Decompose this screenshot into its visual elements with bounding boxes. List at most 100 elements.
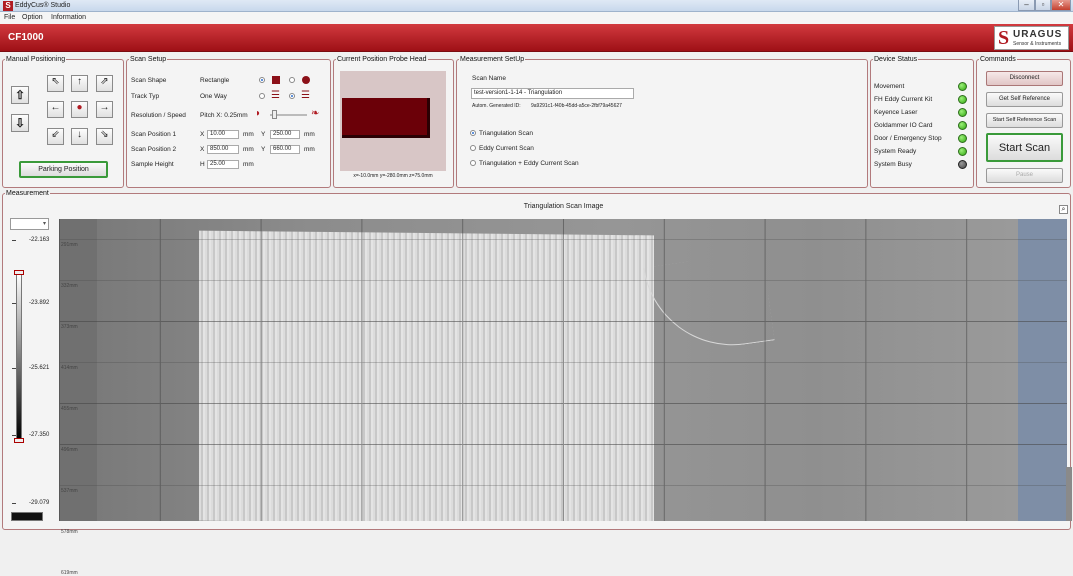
device-status-legend: Device Status (874, 56, 918, 63)
menu-bar (0, 12, 1073, 24)
probe-head-legend: Current Position Probe Head (337, 56, 427, 63)
rectangle-shape-icon (272, 76, 280, 84)
scale-label: -22.163 (29, 237, 50, 243)
one-way-track-icon: ☰ (271, 90, 280, 101)
page-title: CF1000 (8, 32, 44, 43)
z-up-icon[interactable]: ⇧ (11, 86, 29, 104)
status-label: Door / Emergency Stop (874, 135, 942, 142)
status-led-icon (958, 108, 967, 117)
vertical-scrollbar[interactable] (1066, 467, 1072, 521)
triangulation-scan-radio[interactable] (470, 130, 476, 136)
speed-slider-thumb[interactable] (272, 110, 277, 119)
home-center-icon[interactable]: ● (71, 101, 88, 118)
combined-scan-label: Triangulation + Eddy Current Scan (479, 160, 579, 167)
menu-option[interactable]: Option (22, 12, 43, 24)
menu-file[interactable]: File (4, 12, 15, 24)
scan-name-input[interactable]: test-version1-1-14 - Triangulation (471, 88, 634, 99)
chevron-down-icon[interactable]: ▾ (40, 218, 49, 230)
move-down-left-icon[interactable]: ⇙ (47, 128, 64, 145)
track-meander-radio[interactable] (289, 93, 295, 99)
y-tick-label: 414mm (61, 365, 78, 371)
start-self-reference-scan-button[interactable]: Start Self Reference Scan (986, 113, 1063, 128)
status-led-icon (958, 82, 967, 91)
eddy-current-scan-radio[interactable] (470, 145, 476, 151)
move-up-left-icon[interactable]: ⇖ (47, 75, 64, 92)
color-scale-bar (16, 273, 22, 440)
pos1-y-input[interactable]: 250.00 (270, 130, 300, 139)
status-label: System Busy (874, 161, 912, 168)
scan-image (59, 219, 1067, 521)
zoom-icon[interactable]: ⌕ (1059, 205, 1068, 214)
commands-legend: Commands (980, 56, 1016, 63)
pos2-x-input[interactable]: 850.00 (207, 145, 239, 154)
move-down-icon[interactable]: ↓ (71, 128, 88, 145)
close-icon[interactable]: ✕ (1051, 0, 1071, 11)
autom-id-label: Autom. Generated ID: (472, 103, 521, 109)
logo-text: URAGUS (1013, 29, 1063, 40)
measurement-legend: Measurement (6, 190, 49, 197)
y-tick-label: 578mm (61, 529, 78, 535)
autom-id-value: 9a9291c1-f40b-45dd-a5ce-2fbf79a45627 (531, 103, 622, 109)
z-down-icon[interactable]: ⇩ (11, 114, 29, 132)
minimize-icon[interactable]: – (1018, 0, 1035, 11)
y-tick-label: 537mm (61, 488, 78, 494)
disconnect-button[interactable]: Disconnect (986, 71, 1063, 86)
status-label: Goldammer IO Card (874, 122, 933, 129)
pos2-x-label: X (200, 146, 205, 153)
pause-button[interactable]: Pause (986, 168, 1063, 183)
image-title: Triangulation Scan Image (523, 203, 604, 210)
header-bar (0, 24, 1073, 52)
status-led-icon (958, 121, 967, 130)
scale-tick (12, 435, 16, 436)
window-title: EddyCus® Studio (15, 2, 71, 9)
menu-information[interactable]: Information (51, 12, 86, 24)
combined-scan-radio[interactable] (470, 160, 476, 166)
track-one-way-radio[interactable] (259, 93, 265, 99)
pos1-x-input[interactable]: 10.00 (207, 130, 239, 139)
probe-coordinates: x=-10.0mm y=-280.0mm z=75.0mm (353, 173, 433, 179)
y-tick-label: 455mm (61, 406, 78, 412)
get-self-reference-button[interactable]: Get Self Reference (986, 92, 1063, 107)
height-unit: mm (243, 161, 254, 168)
eddy-current-scan-label: Eddy Current Scan (479, 145, 534, 152)
scale-label: -25.621 (29, 365, 50, 371)
color-swatch[interactable] (11, 512, 43, 521)
status-label: Keyence Laser (874, 109, 918, 116)
move-up-icon[interactable]: ↑ (71, 75, 88, 92)
pos2-y-input[interactable]: 660.00 (270, 145, 300, 154)
scan-name-label: Scan Name (472, 75, 506, 82)
scale-label: -23.892 (29, 300, 50, 306)
move-down-right-icon[interactable]: ⇘ (96, 128, 113, 145)
move-right-icon[interactable]: → (96, 101, 113, 118)
shape-rectangle-radio[interactable] (259, 77, 265, 83)
pos1-y-unit: mm (304, 131, 315, 138)
status-led-icon (958, 147, 967, 156)
y-tick-label: 373mm (61, 324, 78, 330)
status-led-icon (958, 95, 967, 104)
scan-shape-label: Scan Shape (131, 77, 167, 84)
sample-height-input[interactable]: 25.00 (207, 160, 239, 169)
pos2-y-label: Y (261, 146, 266, 153)
pos1-x-label: X (200, 131, 205, 138)
pos1-x-unit: mm (243, 131, 254, 138)
shape-circle-radio[interactable] (289, 77, 295, 83)
pos2-y-unit: mm (304, 146, 315, 153)
status-label: System Ready (874, 148, 917, 155)
meander-track-icon: ☰ (301, 90, 310, 101)
scale-label: -29.079 (29, 500, 50, 506)
manual-positioning-legend: Manual Positioning (6, 56, 66, 63)
start-scan-button[interactable]: Start Scan (986, 133, 1063, 162)
scan-shape-value: Rectangle (200, 77, 230, 84)
y-tick-label: 291mm (61, 242, 78, 248)
measurement-setup-legend: Measurement SetUp (460, 56, 525, 63)
track-type-value: One Way (200, 93, 227, 100)
scale-max-handle[interactable] (14, 270, 24, 275)
scan-position-1-label: Scan Position 1 (131, 131, 177, 138)
pos1-y-label: Y (261, 131, 266, 138)
parking-position-button[interactable]: Parking Position (19, 161, 108, 178)
restore-icon[interactable]: ▫ (1035, 0, 1051, 11)
move-left-icon[interactable]: ← (47, 101, 64, 118)
move-up-right-icon[interactable]: ⇗ (96, 75, 113, 92)
scale-min-handle[interactable] (14, 438, 24, 443)
status-label: Movement (874, 83, 905, 90)
